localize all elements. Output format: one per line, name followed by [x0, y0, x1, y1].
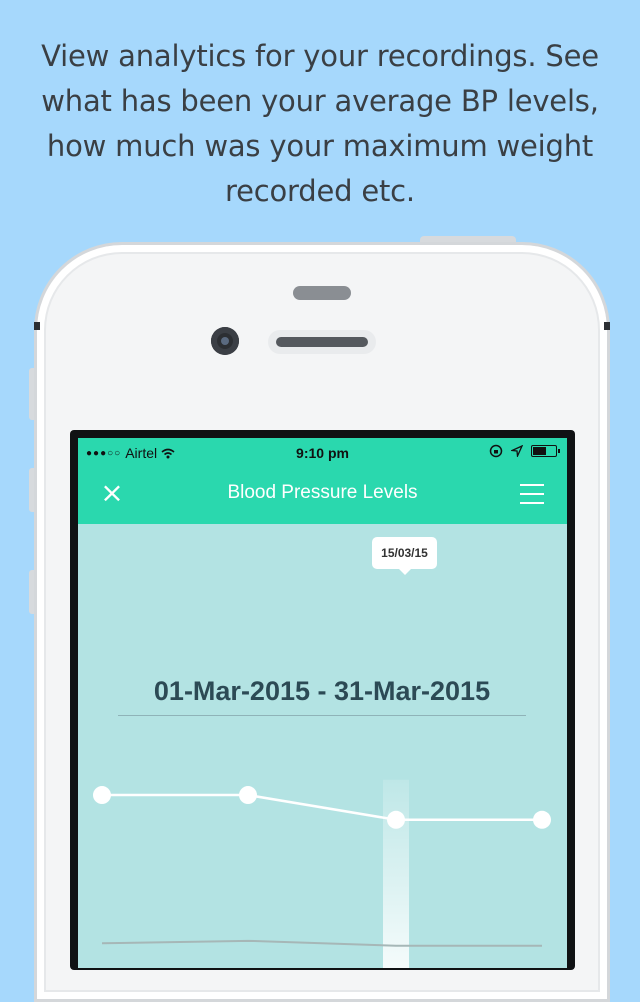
bp-line-chart[interactable] [78, 758, 567, 968]
navigation-bar: ●●●○○ Airtel 9:10 pm × Blood Pressure Le… [78, 438, 567, 524]
battery-icon [531, 445, 560, 457]
date-range-label[interactable]: 01-Mar-2015 - 31-Mar-2015 [118, 676, 526, 716]
front-camera [211, 327, 239, 355]
data-point[interactable] [93, 786, 111, 805]
proximity-sensor [293, 286, 351, 300]
phone-edge-left [34, 322, 40, 330]
phone-edge-right [604, 322, 610, 330]
menu-icon[interactable] [520, 484, 544, 504]
series-line-1 [101, 939, 542, 947]
caption-text: View analytics for your recordings. See … [41, 39, 599, 208]
status-right [489, 444, 560, 458]
highlight-column [383, 779, 409, 968]
data-point[interactable] [239, 786, 257, 805]
data-point[interactable] [533, 810, 551, 829]
app-screen: ●●●○○ Airtel 9:10 pm × Blood Pressure Le… [78, 438, 567, 968]
status-bar: ●●●○○ Airtel 9:10 pm [78, 438, 567, 468]
page-title: Blood Pressure Levels [227, 482, 418, 503]
chart-tooltip: 15/03/15 [372, 537, 437, 575]
rotation-lock-icon [489, 444, 503, 458]
earpiece-speaker [268, 330, 376, 354]
data-point[interactable] [387, 810, 405, 829]
series-line-0 [102, 793, 542, 822]
location-icon [511, 445, 523, 457]
